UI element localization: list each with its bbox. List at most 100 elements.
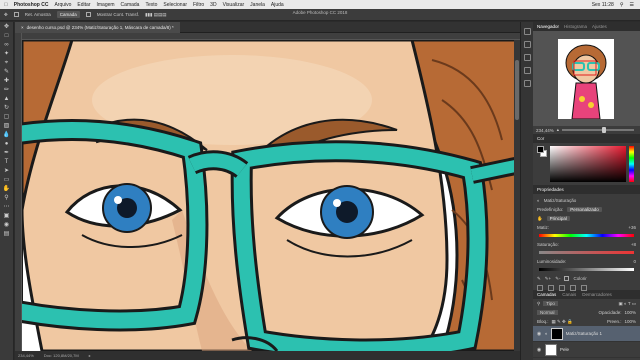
properties-panel-title[interactable]: Propriedades	[537, 187, 564, 192]
ruler-top[interactable]	[22, 33, 520, 40]
menu-layer[interactable]: Camada	[121, 2, 140, 8]
move-icon[interactable]: ✥	[2, 24, 12, 31]
menu-window[interactable]: Janela	[250, 2, 265, 8]
layer-row-hue-saturation[interactable]: ◉ ◐ Matiz/Saturação 1	[533, 326, 640, 342]
layer-name[interactable]: Matiz/Saturação 1	[566, 331, 602, 336]
clip-icon[interactable]	[537, 285, 543, 291]
blend-mode-dropdown[interactable]: Normal	[537, 310, 558, 315]
preset-dropdown[interactable]: Personalizado	[567, 207, 602, 212]
character-panel-icon[interactable]	[523, 67, 531, 74]
app-menu[interactable]: Photoshop CC	[14, 2, 49, 8]
layer-row-skin[interactable]: ◉ Pele	[533, 342, 640, 358]
pen-icon[interactable]: ✒	[2, 150, 12, 157]
canvas[interactable]	[22, 40, 520, 351]
show-transform-checkbox[interactable]	[85, 12, 91, 17]
lasso-icon[interactable]: ∞	[2, 42, 12, 49]
filter-icons[interactable]: ▣ ◐ T ▭	[618, 301, 636, 307]
close-icon[interactable]: ×	[21, 25, 24, 30]
opacity-value[interactable]: 100%	[624, 310, 636, 315]
foreground-color-swatch[interactable]	[537, 146, 544, 153]
eyedropper-minus-icon[interactable]: ✎-	[555, 276, 560, 282]
eyedropper-plus-icon[interactable]: ✎+	[545, 276, 551, 282]
navigator-preview[interactable]	[533, 31, 640, 126]
menu-list-icon[interactable]: ☰	[630, 2, 634, 8]
lock-icons[interactable]: ▦ ✎ ✥ 🔒	[552, 319, 573, 325]
hue-slider[interactable]	[539, 234, 634, 237]
navigator-zoom-value[interactable]: 234,44%	[536, 128, 554, 133]
hue-value[interactable]: +36	[628, 225, 636, 230]
scroll-thumb[interactable]	[515, 60, 519, 120]
menu-3d[interactable]: 3D	[210, 2, 216, 8]
hue-strip[interactable]	[629, 146, 634, 182]
brush-icon[interactable]: ✏	[2, 87, 12, 94]
color-field[interactable]	[550, 146, 626, 182]
document-tab[interactable]: × desenho curso.psd @ 234% (Matiz/Satura…	[15, 21, 180, 33]
tab-channels[interactable]: Canais	[562, 292, 576, 297]
stamp-icon[interactable]: ▲	[2, 96, 12, 103]
menu-view[interactable]: Visualizar	[223, 2, 245, 8]
saturation-value[interactable]: +8	[631, 242, 636, 247]
menu-edit[interactable]: Editar	[77, 2, 90, 8]
saturation-slider[interactable]	[539, 251, 634, 254]
channel-dropdown[interactable]: Principal	[546, 216, 570, 221]
search-icon[interactable]: ⚲	[537, 301, 540, 307]
status-zoom[interactable]: 234,44%	[18, 353, 34, 358]
visibility-icon[interactable]	[570, 285, 576, 291]
trash-icon[interactable]	[581, 285, 587, 291]
menu-file[interactable]: Arquivo	[54, 2, 71, 8]
zoom-icon[interactable]: ⚲	[2, 195, 12, 202]
tab-navigator[interactable]: Navegador	[537, 24, 559, 29]
color-swatches-icon[interactable]: ▣	[2, 213, 12, 220]
zoom-slider-handle[interactable]	[601, 127, 606, 133]
auto-select-dropdown[interactable]: Camada	[56, 11, 80, 18]
crop-icon[interactable]: ⌖	[2, 60, 12, 67]
magic-wand-icon[interactable]: ✦	[2, 51, 12, 58]
lightness-value[interactable]: 0	[633, 259, 636, 264]
actions-panel-icon[interactable]	[523, 41, 531, 48]
dodge-icon[interactable]: ●	[2, 141, 12, 148]
hand-adjust-icon[interactable]: ✋	[537, 216, 543, 222]
menu-help[interactable]: Ajuda	[271, 2, 284, 8]
search-icon[interactable]: ⚲	[620, 2, 624, 8]
move-tool-icon[interactable]: ✥	[4, 12, 8, 18]
align-icons[interactable]: ▮▮▮ ▤▤▤	[145, 12, 166, 18]
layer-mask-thumbnail[interactable]	[550, 327, 563, 340]
marquee-icon[interactable]: □	[2, 33, 12, 40]
apple-icon[interactable]: 	[4, 2, 8, 8]
blur-icon[interactable]: 💧	[2, 132, 12, 139]
brush-panel-icon[interactable]	[523, 54, 531, 61]
kind-dropdown[interactable]: Tipo	[543, 301, 558, 306]
screen-mode-icon[interactable]: ▤	[2, 231, 12, 238]
tab-layers[interactable]: Camadas	[537, 292, 556, 297]
chevron-right-icon[interactable]: ▸	[89, 353, 91, 358]
zoom-slider[interactable]	[562, 127, 634, 133]
lightness-slider[interactable]	[539, 268, 634, 271]
ruler-left[interactable]	[15, 33, 22, 351]
eraser-icon[interactable]: ▢	[2, 114, 12, 121]
paragraph-panel-icon[interactable]	[523, 80, 531, 87]
history-brush-icon[interactable]: ↻	[2, 105, 12, 112]
zoom-out-icon[interactable]: ▴	[557, 127, 559, 133]
layer-name[interactable]: Pele	[560, 347, 569, 352]
fill-value[interactable]: 100%	[624, 319, 636, 324]
more-tools-icon[interactable]: ⋯	[2, 204, 12, 211]
eye-icon[interactable]: ◉	[536, 347, 542, 353]
quick-mask-icon[interactable]: ◉	[2, 222, 12, 229]
tab-histogram[interactable]: Histograma	[564, 24, 587, 29]
auto-select-checkbox[interactable]	[13, 12, 19, 17]
eyedropper-icon[interactable]: ✎	[2, 69, 12, 76]
menu-image[interactable]: Imagem	[96, 2, 114, 8]
eye-icon[interactable]: ◉	[536, 331, 542, 337]
type-icon[interactable]: T	[2, 159, 12, 166]
tab-paths[interactable]: Demarcadores	[582, 292, 612, 297]
healing-icon[interactable]: ✚	[2, 78, 12, 85]
view-previous-icon[interactable]	[548, 285, 554, 291]
eyedropper-icon[interactable]: ✎	[537, 276, 541, 282]
tab-adjustments[interactable]: Ajustes	[592, 24, 607, 29]
shape-icon[interactable]: ▭	[2, 177, 12, 184]
menu-filter[interactable]: Filtro	[193, 2, 204, 8]
layer-thumbnail[interactable]	[545, 343, 557, 356]
hand-icon[interactable]: ✋	[2, 186, 12, 193]
color-panel-title[interactable]: Cor	[537, 136, 544, 141]
gradient-icon[interactable]: ▨	[2, 123, 12, 130]
